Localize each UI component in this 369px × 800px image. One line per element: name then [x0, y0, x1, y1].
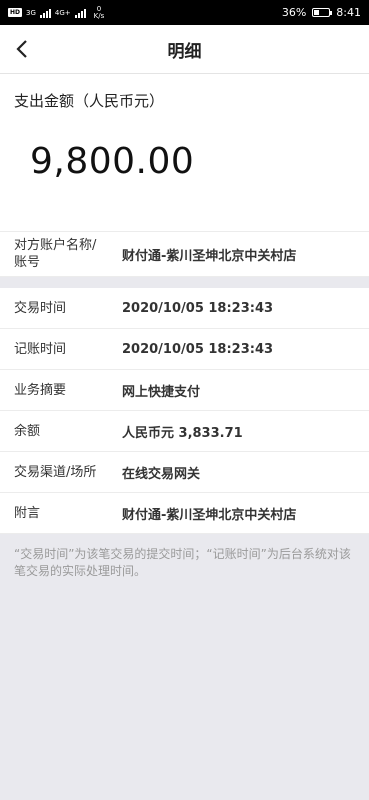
- status-bar: HD 3G 4G+ 0 K/s 36% 8:41: [0, 0, 369, 25]
- amount-label: 支出金额（人民币元）: [14, 92, 165, 110]
- status-left: HD 3G 4G+ 0 K/s: [8, 5, 105, 20]
- detail-value: 网上快捷支付: [122, 384, 201, 400]
- hd-badge: HD: [8, 8, 23, 17]
- counterparty-label-line2: 账号: [14, 255, 41, 270]
- counterparty-label-line1: 对方账户名称/: [14, 238, 97, 253]
- page-title: 明细: [167, 41, 202, 62]
- section-divider: [0, 277, 369, 288]
- detail-row-summary: 业务摘要 网上快捷支付: [0, 370, 369, 411]
- detail-row-remark: 附言 财付通-紫川圣坤北京中关村店: [0, 493, 369, 534]
- detail-value: 在线交易网关: [122, 466, 201, 482]
- status-right: 36% 8:41: [282, 6, 361, 19]
- footnote: “交易时间”为该笔交易的提交时间；“记账时间”为后台系统对该笔交易的实际处理时间…: [14, 547, 351, 578]
- detail-label: 交易时间: [14, 300, 67, 316]
- detail-value: 2020/10/05 18:23:43: [122, 341, 274, 357]
- detail-label: 余额: [14, 423, 41, 439]
- detail-label: 记账时间: [14, 341, 67, 357]
- clock: 8:41: [336, 6, 361, 19]
- details-list: 交易时间 2020/10/05 18:23:43 记账时间 2020/10/05…: [0, 288, 369, 534]
- detail-label: 附言: [14, 505, 41, 521]
- nav-header: 明细: [0, 25, 369, 74]
- network-3g-label: 3G: [26, 8, 36, 17]
- detail-value: 2020/10/05 18:23:43: [122, 300, 274, 316]
- detail-value: 人民币元 3,833.71: [122, 425, 243, 441]
- detail-row-channel: 交易渠道/场所 在线交易网关: [0, 452, 369, 493]
- network-speed: 0 K/s: [93, 5, 105, 20]
- detail-label: 业务摘要: [14, 382, 67, 398]
- network-speed-unit: K/s: [93, 11, 105, 20]
- amount-value: 9,800.00: [30, 141, 195, 182]
- amount-section: 支出金额（人民币元） 9,800.00: [0, 74, 369, 232]
- detail-row-booking-time: 记账时间 2020/10/05 18:23:43: [0, 329, 369, 370]
- detail-label: 交易渠道/场所: [14, 464, 97, 480]
- network-4g-label: 4G+: [54, 8, 71, 17]
- detail-row-transaction-time: 交易时间 2020/10/05 18:23:43: [0, 288, 369, 329]
- battery-icon: [312, 8, 333, 17]
- detail-value: 财付通-紫川圣坤北京中关村店: [122, 507, 297, 523]
- signal-icon-2: [74, 8, 86, 18]
- back-button[interactable]: [6, 33, 38, 65]
- battery-fill: [314, 10, 320, 15]
- detail-row-balance: 余额 人民币元 3,833.71: [0, 411, 369, 452]
- battery-percent: 36%: [281, 6, 307, 19]
- counterparty-value: 财付通-紫川圣坤北京中关村店: [122, 248, 297, 264]
- counterparty-row: 对方账户名称/ 账号 财付通-紫川圣坤北京中关村店: [0, 232, 369, 277]
- signal-icon: [39, 8, 51, 18]
- chevron-left-icon: [16, 40, 27, 58]
- counterparty-label: 对方账户名称/ 账号: [14, 237, 122, 271]
